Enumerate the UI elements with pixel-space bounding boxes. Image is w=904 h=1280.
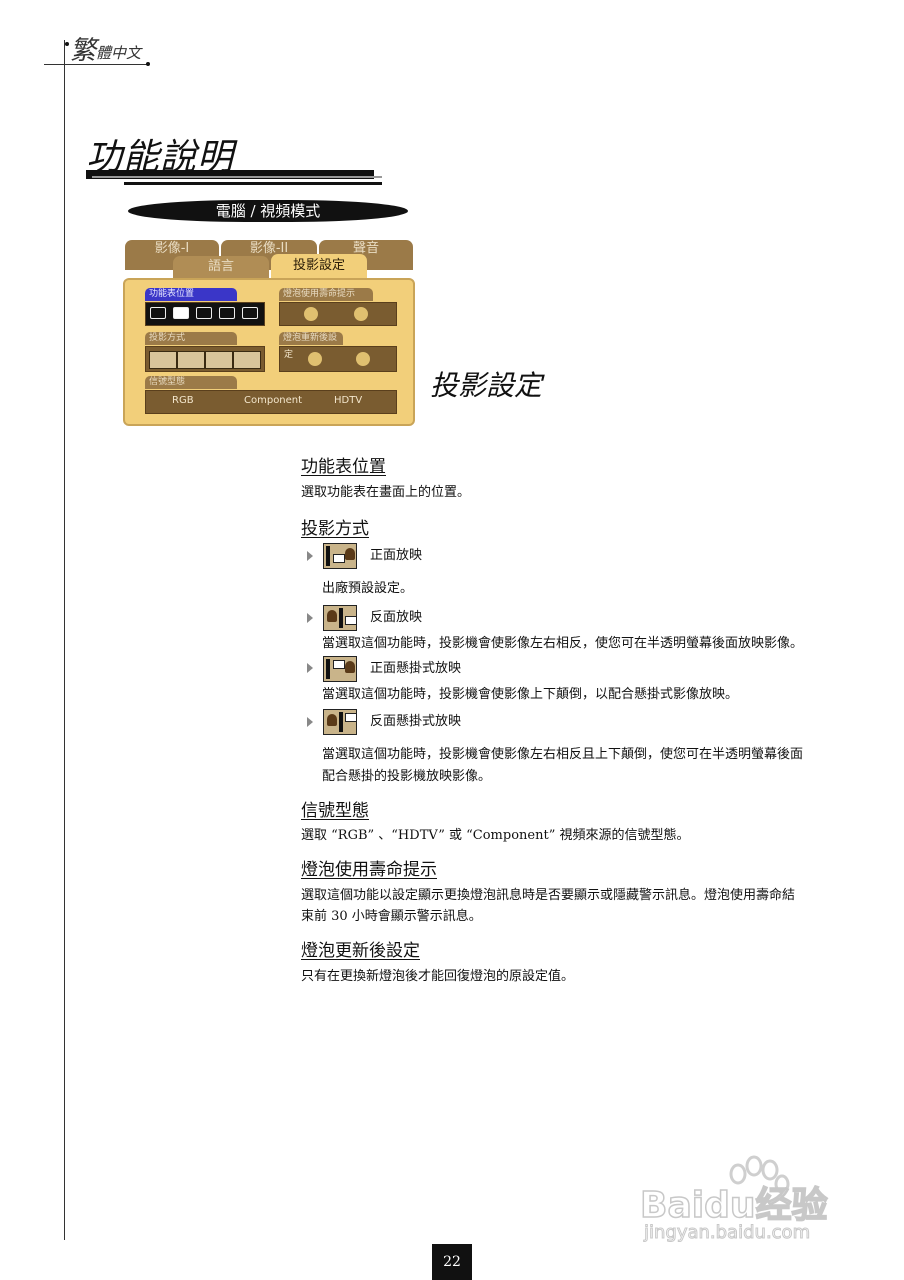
osd-menu-illustration: 影像-I 影像-II 聲音 語言 投影設定 功能表位置 燈泡使用壽命提示 投影方… (123, 240, 415, 426)
desc-rear-projection: 當選取這個功能時，投影機會使影像左右相反，使您可在半透明螢幕後面放映影像。 (322, 636, 804, 651)
page-number: 22 (432, 1244, 472, 1280)
osd-projection-label: 投影方式 (145, 332, 237, 345)
margin-rule (64, 40, 65, 1240)
watermark: Baidu经验 jingyan.baidu.com (639, 1150, 850, 1250)
heading-lamp-reminder: 燈泡使用壽命提示 (301, 860, 437, 880)
mode-banner: 電腦 / 視頻模式 (128, 200, 408, 222)
title-underline-shadow (92, 176, 382, 178)
heading-lamp-reset: 燈泡更新後設定 (301, 941, 420, 961)
watermark-brand: Baidu经验 (639, 1184, 828, 1227)
heading-signal-type: 信號型態 (301, 801, 369, 821)
bullet-arrow-icon (307, 663, 313, 673)
watermark-url: jingyan.baidu.com (643, 1222, 811, 1244)
label-front-projection: 正面放映 (370, 548, 423, 563)
front-projection-icon (323, 543, 357, 569)
rear-ceiling-projection-icon (323, 709, 357, 735)
lamp-reset-no-icon (356, 352, 370, 366)
osd-menu-position-label: 功能表位置 (145, 288, 237, 301)
osd-signal-type-options: RGB Component HDTV (145, 390, 397, 414)
rear-projection-icon (177, 351, 205, 369)
signal-rgb: RGB (172, 395, 194, 406)
position-top-right-icon (196, 307, 212, 319)
front-ceiling-icon (205, 351, 233, 369)
front-ceiling-projection-icon (323, 656, 357, 682)
osd-caption: 投影設定 (430, 369, 543, 402)
osd-lamp-reminder-label: 燈泡使用壽命提示 (279, 288, 373, 301)
signal-component: Component (244, 395, 303, 406)
label-front-ceiling: 正面懸掛式放映 (370, 661, 462, 676)
language-mark: 繁 (70, 36, 97, 66)
osd-projection-options (145, 346, 265, 372)
text-signal-type: 選取 “RGB” 、“HDTV” 或 “Component” 視頻來源的信號型態… (301, 828, 690, 843)
heading-projection: 投影方式 (301, 519, 369, 539)
desc-front-projection: 出廠預設設定。 (322, 581, 414, 596)
header-dot (65, 42, 69, 46)
position-center-icon (173, 307, 189, 319)
text-lamp-reminder: 選取這個功能以設定顯示更換燈泡訊息時是否要顯示或隱藏警示訊息。燈泡使用壽命結 (301, 888, 796, 903)
rear-projection-icon (323, 605, 357, 631)
osd-signal-type-label: 信號型態 (145, 376, 237, 389)
position-bottom-right-icon (242, 307, 258, 319)
osd-lamp-reminder-options (279, 302, 397, 326)
osd-lamp-reset-label-cont: 定 (284, 350, 294, 360)
bullet-arrow-icon (307, 613, 313, 623)
desc-rear-ceiling-cont: 配合懸掛的投影機放映影像。 (322, 769, 492, 784)
osd-menu-position-options (145, 302, 265, 326)
language-label: 體中文 (96, 44, 142, 62)
front-projection-icon (149, 351, 177, 369)
label-rear-ceiling: 反面懸掛式放映 (370, 714, 462, 729)
text-menu-position: 選取功能表在畫面上的位置。 (301, 485, 471, 500)
text-lamp-reminder-cont: 束前 30 小時會顯示警示訊息。 (301, 909, 482, 924)
bullet-arrow-icon (307, 717, 313, 727)
label-rear-projection: 反面放映 (370, 610, 423, 625)
position-bottom-left-icon (219, 307, 235, 319)
rear-ceiling-icon (233, 351, 261, 369)
desc-front-ceiling: 當選取這個功能時，投影機會使影像上下顛倒，以配合懸掛式影像放映。 (322, 687, 739, 702)
text-lamp-reset: 只有在更換新燈泡後才能回復燈泡的原設定值。 (301, 969, 575, 984)
position-top-left-icon (150, 307, 166, 319)
lamp-reset-yes-icon (308, 352, 322, 366)
osd-tab-language: 語言 (173, 256, 269, 280)
heading-menu-position: 功能表位置 (301, 457, 386, 477)
lamp-off-icon (354, 307, 368, 321)
osd-body: 功能表位置 燈泡使用壽命提示 投影方式 燈泡重新後設 定 信號型態 RGB Co… (123, 278, 415, 426)
title-underline-thin (124, 182, 382, 185)
osd-lamp-reset-label: 燈泡重新後設 (279, 332, 343, 345)
lamp-on-icon (304, 307, 318, 321)
osd-lamp-reset-options: 定 (279, 346, 397, 372)
signal-hdtv: HDTV (334, 395, 363, 406)
desc-rear-ceiling: 當選取這個功能時，投影機會使影像左右相反且上下顛倒，使您可在半透明螢幕後面 (322, 747, 804, 762)
bullet-arrow-icon (307, 551, 313, 561)
header-dot (146, 62, 150, 66)
